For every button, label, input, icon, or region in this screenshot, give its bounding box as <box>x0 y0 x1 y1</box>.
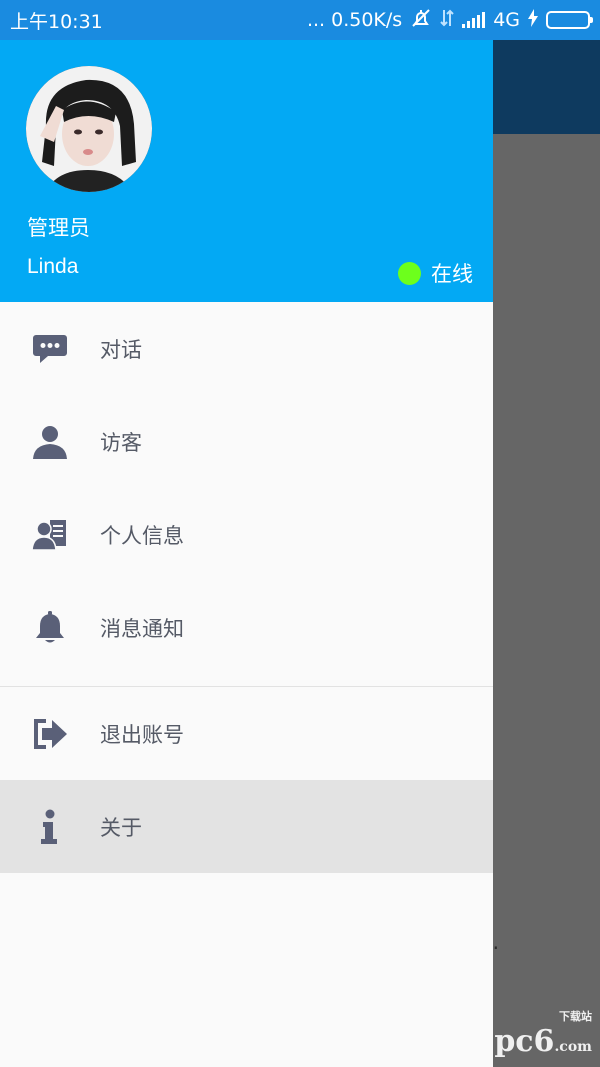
menu-item-label: 个人信息 <box>100 523 184 548</box>
watermark-text: pc6 <box>494 1024 555 1059</box>
contact-card-icon <box>32 517 68 553</box>
username: Linda <box>27 255 79 278</box>
drawer-header: 管理员 Linda 在线 <box>0 40 493 302</box>
data-transfer-icon <box>440 8 454 33</box>
battery-icon <box>546 11 593 29</box>
menu-item-label: 关于 <box>100 815 142 840</box>
info-icon <box>32 809 68 845</box>
person-icon <box>32 424 68 460</box>
menu-item-label: 对话 <box>100 337 142 362</box>
online-status-label: 在线 <box>431 262 473 286</box>
online-status-dot <box>398 261 421 285</box>
menu-item-notifications[interactable]: 消息通知 <box>0 581 493 674</box>
watermark-sub: 下载站 <box>559 1010 592 1023</box>
silent-mode-icon <box>410 8 432 33</box>
watermark-suffix: .com <box>554 1039 592 1055</box>
avatar[interactable] <box>26 66 152 192</box>
user-role: 管理员 <box>27 216 90 240</box>
menu-item-label: 消息通知 <box>100 616 184 641</box>
menu-item-label: 退出账号 <box>100 722 184 747</box>
chat-bubble-icon <box>32 331 68 367</box>
status-bar: 上午10:31 ... 0.50K/s 4G <box>0 0 600 40</box>
menu-item-logout[interactable]: 退出账号 <box>0 687 493 780</box>
signal-strength-icon <box>462 12 486 28</box>
menu-item-visitors[interactable]: 访客 <box>0 395 493 488</box>
network-speed: ... 0.50K/s <box>306 9 403 31</box>
menu-item-profile[interactable]: 个人信息 <box>0 488 493 581</box>
logout-icon <box>32 716 68 752</box>
screen: o. LTD. 下载站 pc6.com 上午10:31 ... 0.50K/s <box>0 0 600 1067</box>
menu-item-about[interactable]: 关于 <box>0 780 493 873</box>
bell-icon <box>32 610 68 646</box>
watermark-logo: 下载站 pc6.com <box>494 1008 592 1059</box>
online-status[interactable]: 在线 <box>398 258 473 288</box>
network-type: 4G <box>493 9 520 31</box>
charging-icon <box>528 8 538 32</box>
navigation-drawer: 管理员 Linda 在线 对话 访客 个人信息 消息通知 退出账号 关于 <box>0 40 493 1067</box>
menu-item-label: 访客 <box>100 430 142 455</box>
menu-item-chat[interactable]: 对话 <box>0 302 493 395</box>
status-time: 上午10:31 <box>10 10 103 33</box>
